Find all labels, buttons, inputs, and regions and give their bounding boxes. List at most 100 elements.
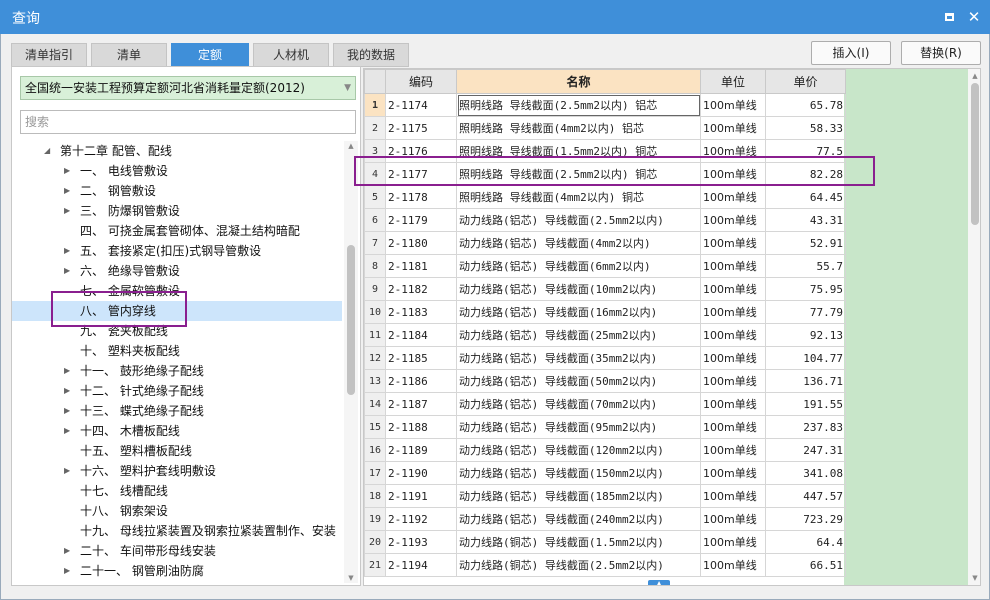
cell-code[interactable]: 2-1191 [385, 484, 457, 508]
row-number[interactable]: 20 [364, 530, 386, 554]
row-number[interactable]: 16 [364, 438, 386, 462]
cell-unit[interactable]: 100m单线 [700, 438, 766, 462]
collapsed-arrow-icon[interactable]: ▶ [64, 541, 70, 561]
cell-name[interactable]: 动力线路(铝芯) 导线截面(6mm2以内) [456, 254, 701, 278]
tab-my-data[interactable]: 我的数据 [333, 43, 409, 67]
cell-price[interactable]: 237.83 [765, 415, 846, 439]
cell-price[interactable]: 55.7 [765, 254, 846, 278]
cell-unit[interactable]: 100m单线 [700, 346, 766, 370]
row-number[interactable]: 17 [364, 461, 386, 485]
row-number[interactable]: 21 [364, 553, 386, 577]
tab-quota[interactable]: 定额 [171, 43, 249, 67]
cell-name[interactable]: 动力线路(铜芯) 导线截面(2.5mm2以内) [456, 553, 701, 577]
cell-unit[interactable]: 100m单线 [700, 530, 766, 554]
cell-unit[interactable]: 100m单线 [700, 461, 766, 485]
cell-name[interactable]: 动力线路(铝芯) 导线截面(50mm2以内) [456, 369, 701, 393]
cell-unit[interactable]: 100m单线 [700, 208, 766, 232]
table-row[interactable]: 2 2-1175 照明线路 导线截面(4mm2以内) 铝芯 100m单线 58.33 [364, 116, 846, 140]
cell-name[interactable]: 动力线路(铝芯) 导线截面(25mm2以内) [456, 323, 701, 347]
cell-price[interactable]: 66.51 [765, 553, 846, 577]
column-header-price[interactable]: 单价 [765, 69, 846, 94]
cell-price[interactable]: 75.95 [765, 277, 846, 301]
cell-name[interactable]: 动力线路(铝芯) 导线截面(240mm2以内) [456, 507, 701, 531]
cell-unit[interactable]: 100m单线 [700, 93, 766, 117]
table-row[interactable]: 9 2-1182 动力线路(铝芯) 导线截面(10mm2以内) 100m单线 75.95 [364, 277, 846, 301]
cell-name[interactable]: 动力线路(铝芯) 导线截面(185mm2以内) [456, 484, 701, 508]
row-number[interactable]: 7 [364, 231, 386, 255]
cell-name[interactable]: 动力线路(铝芯) 导线截面(4mm2以内) [456, 231, 701, 255]
cell-unit[interactable]: 100m单线 [700, 323, 766, 347]
cell-code[interactable]: 2-1181 [385, 254, 457, 278]
row-number[interactable]: 10 [364, 300, 386, 324]
cell-price[interactable]: 723.29 [765, 507, 846, 531]
collapsed-arrow-icon[interactable]: ▶ [64, 361, 70, 381]
row-number[interactable]: 6 [364, 208, 386, 232]
cell-name[interactable]: 照明线路 导线截面(2.5mm2以内) 铝芯 [456, 93, 701, 117]
replace-button[interactable]: 替换(R) [901, 41, 981, 65]
cell-name[interactable]: 动力线路(铝芯) 导线截面(95mm2以内) [456, 415, 701, 439]
row-number[interactable]: 12 [364, 346, 386, 370]
tab-bill-guide[interactable]: 清单指引 [11, 43, 87, 67]
cell-unit[interactable]: 100m单线 [700, 369, 766, 393]
tree-item[interactable]: ▶ 十三、 蝶式绝缘子配线 [12, 401, 342, 421]
quota-library-select[interactable]: 全国统一安装工程预算定额河北省消耗量定额(2012) ▼ [20, 76, 356, 100]
cell-code[interactable]: 2-1182 [385, 277, 457, 301]
tree-item[interactable]: 十九、 母线拉紧装置及钢索拉紧装置制作、安装 [12, 521, 342, 541]
tree-item[interactable]: ▶ 十二、 针式绝缘子配线 [12, 381, 342, 401]
cell-code[interactable]: 2-1190 [385, 461, 457, 485]
cell-name[interactable]: 动力线路(铝芯) 导线截面(16mm2以内) [456, 300, 701, 324]
cell-unit[interactable]: 100m单线 [700, 553, 766, 577]
column-header-name[interactable]: 名称 [456, 69, 701, 94]
cell-code[interactable]: 2-1179 [385, 208, 457, 232]
cell-price[interactable]: 104.77 [765, 346, 846, 370]
splitter-handle-icon[interactable]: ▲ [648, 580, 670, 585]
table-row[interactable]: 11 2-1184 动力线路(铝芯) 导线截面(25mm2以内) 100m单线 92.1… [364, 323, 846, 347]
cell-name[interactable]: 动力线路(铝芯) 导线截面(10mm2以内) [456, 277, 701, 301]
tab-bill[interactable]: 清单 [91, 43, 167, 67]
cell-price[interactable]: 64.45 [765, 185, 846, 209]
collapsed-arrow-icon[interactable]: ▶ [64, 381, 70, 401]
row-number[interactable]: 19 [364, 507, 386, 531]
row-number[interactable]: 5 [364, 185, 386, 209]
cell-unit[interactable]: 100m单线 [700, 507, 766, 531]
cell-name[interactable]: 动力线路(铝芯) 导线截面(150mm2以内) [456, 461, 701, 485]
cell-code[interactable]: 2-1175 [385, 116, 457, 140]
collapsed-arrow-icon[interactable]: ▶ [64, 401, 70, 421]
cell-code[interactable]: 2-1178 [385, 185, 457, 209]
tree-scrollbar-thumb[interactable] [347, 245, 355, 395]
cell-code[interactable]: 2-1188 [385, 415, 457, 439]
tree-scrollbar[interactable]: ▲ ▼ [344, 141, 358, 583]
tree-item[interactable]: 十五、 塑料槽板配线 [12, 441, 342, 461]
cell-price[interactable]: 52.91 [765, 231, 846, 255]
cell-price[interactable]: 43.31 [765, 208, 846, 232]
insert-button[interactable]: 插入(I) [811, 41, 891, 65]
table-row[interactable]: 16 2-1189 动力线路(铝芯) 导线截面(120mm2以内) 100m单线 247… [364, 438, 846, 462]
cell-code[interactable]: 2-1174 [385, 93, 457, 117]
row-number[interactable]: 15 [364, 415, 386, 439]
row-number[interactable]: 1 [364, 93, 386, 117]
table-row[interactable]: 1 2-1174 照明线路 导线截面(2.5mm2以内) 铝芯 100m单线 65.78 [364, 93, 846, 117]
cell-price[interactable]: 92.13 [765, 323, 846, 347]
cell-price[interactable]: 247.31 [765, 438, 846, 462]
cell-price[interactable]: 136.71 [765, 369, 846, 393]
tree-item[interactable]: ▶ 五、 套接紧定(扣压)式钢导管敷设 [12, 241, 342, 261]
cell-name[interactable]: 动力线路(铝芯) 导线截面(70mm2以内) [456, 392, 701, 416]
table-row[interactable]: 5 2-1178 照明线路 导线截面(4mm2以内) 铜芯 100m单线 64.45 [364, 185, 846, 209]
table-row[interactable]: 17 2-1190 动力线路(铝芯) 导线截面(150mm2以内) 100m单线 341… [364, 461, 846, 485]
table-row[interactable]: 14 2-1187 动力线路(铝芯) 导线截面(70mm2以内) 100m单线 191.… [364, 392, 846, 416]
grid-scrollbar[interactable]: ▲ ▼ [968, 69, 980, 585]
cell-unit[interactable]: 100m单线 [700, 185, 766, 209]
tree-item[interactable]: 十八、 钢索架设 [12, 501, 342, 521]
cell-unit[interactable]: 100m单线 [700, 484, 766, 508]
grid-scrollbar-thumb[interactable] [971, 83, 979, 225]
cell-code[interactable]: 2-1189 [385, 438, 457, 462]
table-row[interactable]: 13 2-1186 动力线路(铝芯) 导线截面(50mm2以内) 100m单线 136.… [364, 369, 846, 393]
row-number[interactable]: 11 [364, 323, 386, 347]
row-number[interactable]: 8 [364, 254, 386, 278]
collapsed-arrow-icon[interactable]: ▶ [64, 181, 70, 201]
close-icon[interactable]: ✕ [963, 6, 985, 28]
expanded-arrow-icon[interactable]: ◢ [44, 141, 50, 161]
cell-price[interactable]: 191.55 [765, 392, 846, 416]
tree-item[interactable]: ▶ 二、 钢管敷设 [12, 181, 342, 201]
grid-scroll-down-icon[interactable]: ▼ [970, 573, 980, 583]
